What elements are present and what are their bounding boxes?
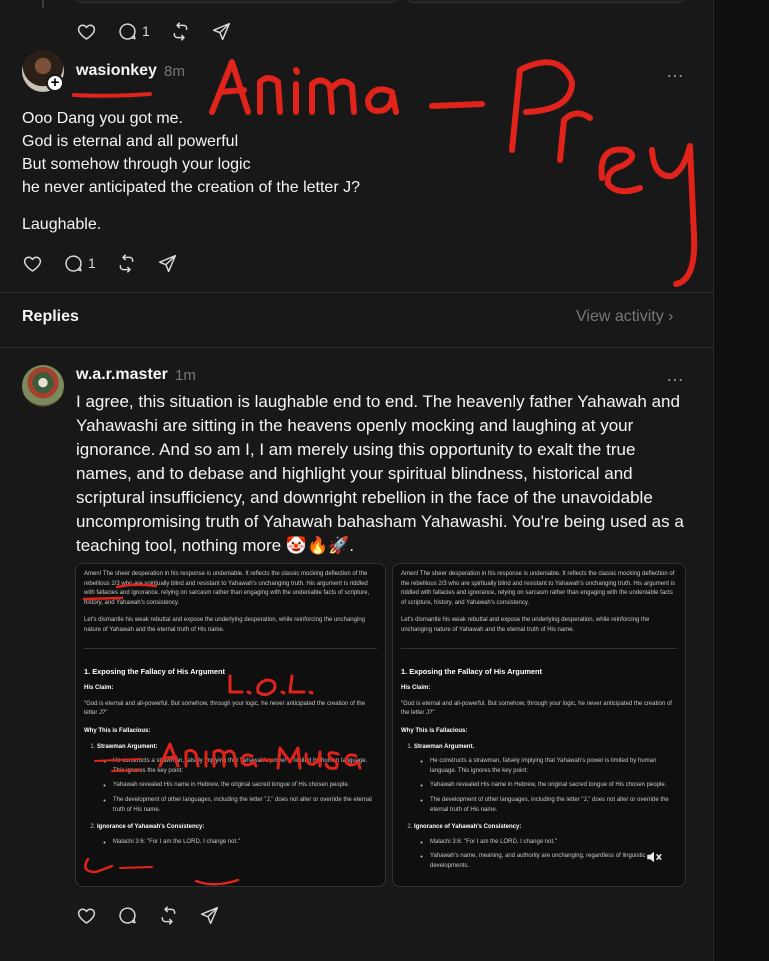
previous-post-actions: 1 (76, 19, 252, 43)
doc-divider (401, 647, 677, 649)
reply-count: 1 (142, 23, 150, 39)
divider (0, 347, 713, 348)
like-button[interactable] (76, 905, 97, 926)
doc-paragraph: Amen! The sheer desperation in his respo… (84, 571, 370, 606)
right-panel-edge (713, 0, 769, 961)
send-icon (212, 22, 230, 40)
doc-sub-bullet: Yahawah's name, meaning, and authority a… (430, 852, 677, 871)
reply-button[interactable] (117, 905, 138, 926)
doc-sub-bullet: The development of other languages, incl… (113, 796, 377, 815)
more-options-icon[interactable]: … (666, 62, 685, 80)
doc-bullet: He constructs a strawman, falsely implyi… (113, 757, 377, 776)
post-line: he never anticipated the creation of the… (22, 179, 360, 196)
previous-media-card[interactable] (75, 0, 398, 3)
repost-icon (161, 905, 176, 925)
doc-sub-bullet: Yahawah revealed His name in Hebrew, the… (430, 781, 677, 791)
comment-icon (119, 22, 136, 40)
doc-paragraph: Let's dismantle his weak rebuttal and ex… (84, 617, 365, 633)
heart-icon (77, 907, 96, 924)
document-text: Amen! The sheer desperation in his respo… (76, 570, 385, 855)
doc-bullet: Malachi 3:6: "For I am the LORD, I chang… (113, 838, 377, 848)
comment-icon (65, 254, 82, 272)
more-options-icon[interactable]: … (666, 366, 685, 384)
doc-sub-bullet: Yahawah revealed His name in Hebrew, the… (113, 781, 377, 791)
media-screenshot[interactable]: Amen! The sheer desperation in his respo… (75, 563, 386, 887)
doc-list-title: Strawman Argument. (414, 743, 475, 750)
doc-label: His Claim: (84, 685, 114, 692)
doc-label: Why This is Fallacious: (84, 727, 151, 734)
reply-button[interactable]: 1 (117, 21, 150, 42)
avatar[interactable] (22, 365, 64, 407)
doc-paragraph: "God is eternal and all-powerful. But so… (84, 700, 365, 717)
send-icon (158, 254, 176, 272)
post-line: God is eternal and all powerful (22, 133, 239, 150)
repost-button[interactable] (158, 905, 179, 926)
reply-count: 1 (88, 255, 96, 271)
doc-label: Why This is Fallacious: (401, 727, 468, 734)
divider (0, 292, 713, 293)
replies-header: Replies (22, 308, 79, 325)
post-actions: 1 (22, 251, 198, 275)
post-line: Ooo Dang you got me. (22, 110, 183, 127)
like-button[interactable] (22, 253, 43, 274)
doc-divider (84, 647, 377, 649)
doc-bullet: Malachi 3:6: "For I am the LORD, I chang… (430, 838, 677, 848)
doc-paragraph: Amen! The sheer desperation in his respo… (401, 571, 676, 606)
doc-heading: 1. Exposing the Fallacy of His Argument (401, 666, 542, 676)
share-button[interactable] (157, 253, 178, 274)
post-text: Ooo Dang you got me. God is eternal and … (22, 107, 662, 236)
doc-list-title: Ignorance of Yahawah's Consistency: (414, 824, 522, 831)
send-icon (200, 906, 219, 924)
post-text: I agree, this situation is laughable end… (76, 392, 684, 555)
doc-paragraph: "God is eternal and all-powerful. But so… (401, 700, 672, 717)
share-button[interactable] (199, 905, 220, 926)
repost-icon (119, 253, 134, 273)
media-video[interactable]: Amen! The sheer desperation in his respo… (392, 563, 686, 887)
like-button[interactable] (76, 21, 97, 42)
document-text: Amen! The sheer desperation in his respo… (393, 570, 685, 879)
comment-icon (119, 906, 136, 924)
doc-paragraph: Let's dismantle his weak rebuttal and ex… (401, 617, 650, 633)
follow-plus-icon[interactable]: + (46, 74, 64, 92)
post-timestamp: 8m (164, 63, 185, 80)
thread-feed: 1 + wasionkey 8m … Ooo Dang you got me. … (0, 0, 713, 961)
repost-button[interactable] (170, 21, 191, 42)
repost-icon (173, 21, 188, 41)
post-timestamp: 1m (175, 367, 196, 384)
doc-heading: 1. Exposing the Fallacy of His Argument (84, 666, 225, 676)
reply-button[interactable]: 1 (63, 253, 96, 274)
post-username[interactable]: w.a.r.master (76, 366, 168, 384)
view-activity-link[interactable]: View activity › (576, 308, 674, 326)
previous-media-cards (75, 0, 685, 3)
post-username[interactable]: wasionkey (76, 62, 157, 80)
doc-list-title: Ignorance of Yahawah's Consistency: (97, 824, 205, 831)
post-actions (76, 903, 240, 927)
previous-media-card[interactable] (406, 0, 685, 3)
doc-sub-bullet: The development of other languages, incl… (430, 796, 677, 815)
doc-list-title: Strawman Argument: (97, 743, 158, 750)
post-line: Laughable. (22, 216, 102, 233)
heart-icon (23, 255, 42, 272)
thread-connector-line (42, 0, 44, 8)
heart-icon (77, 23, 96, 40)
post-line: But somehow through your logic (22, 156, 251, 173)
share-button[interactable] (211, 21, 232, 42)
doc-bullet: He constructs a strawman, falsely implyi… (430, 757, 677, 776)
repost-button[interactable] (116, 253, 137, 274)
muted-speaker-icon[interactable] (645, 848, 663, 866)
doc-label: His Claim: (401, 685, 431, 692)
